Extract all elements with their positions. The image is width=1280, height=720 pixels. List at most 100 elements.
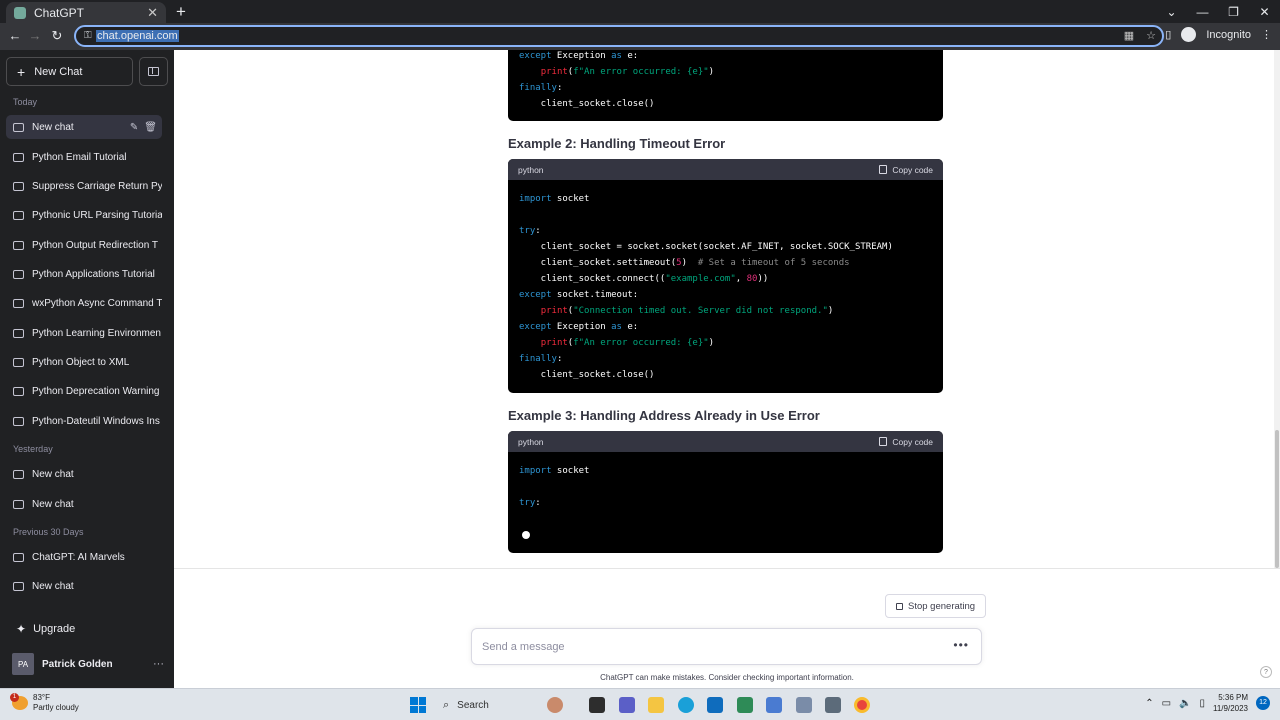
url-text[interactable]: chat.openai.com <box>96 30 179 42</box>
new-chat-button[interactable]: + New Chat <box>6 57 133 86</box>
chat-bubble-icon <box>13 552 24 562</box>
history-item[interactable]: New chat ✎ 🗑 <box>6 115 162 139</box>
window-controls: ⌄ — ❐ ✕ <box>1156 0 1280 23</box>
clock[interactable]: 5:36 PM 11/9/2023 <box>1213 692 1248 714</box>
address-toolbar: ← → ↻ ⚿ chat.openai.com ▦ ☆ ▯ Incognito … <box>0 23 1280 50</box>
incognito-icon[interactable] <box>1181 27 1197 42</box>
bookmark-star-icon[interactable]: ☆ <box>1146 29 1156 42</box>
close-tab-icon[interactable]: ✕ <box>147 5 158 21</box>
start-button[interactable] <box>410 697 426 713</box>
scrollbar[interactable] <box>1274 50 1280 568</box>
address-bar[interactable]: ⚿ chat.openai.com ▦ ☆ <box>74 25 1164 47</box>
chat-bubble-icon <box>13 499 24 509</box>
chrome-icon[interactable] <box>854 697 870 713</box>
network-icon[interactable]: ▭ <box>1162 698 1171 709</box>
upgrade-button[interactable]: ✦ Upgrade <box>16 622 75 636</box>
app-icon[interactable] <box>825 697 841 713</box>
back-button[interactable]: ← <box>6 27 24 45</box>
close-window-button[interactable]: ✕ <box>1249 5 1280 19</box>
history-item[interactable]: Python Object to XML <box>6 350 162 374</box>
python-icon[interactable] <box>796 697 812 713</box>
more-options-icon[interactable]: ··· <box>153 658 164 670</box>
new-tab-button[interactable]: + <box>172 2 190 22</box>
code-content: import socket try: <box>519 466 590 508</box>
teams-chat-icon[interactable] <box>619 697 635 713</box>
history-item[interactable]: ChatGPT: AI Marvels <box>6 545 162 569</box>
search-icon: ⌕ <box>443 698 450 711</box>
history-item[interactable]: Python Learning Environmen <box>6 321 162 345</box>
message-input[interactable] <box>482 638 942 656</box>
message-box[interactable]: ••• <box>471 628 982 665</box>
typing-cursor <box>522 531 530 539</box>
history-item[interactable]: Python Email Tutorial <box>6 145 162 169</box>
tab-search-icon[interactable]: ⌄ <box>1156 5 1187 19</box>
section-label-today: Today <box>13 97 38 107</box>
history-item[interactable]: Python Deprecation Warning <box>6 379 162 403</box>
composer-area: Stop generating ••• ChatGPT can make mis… <box>174 568 1280 688</box>
chat-bubble-icon <box>13 122 24 132</box>
scrollbar-thumb[interactable] <box>1275 430 1279 568</box>
sidebar-toggle-icon <box>148 67 159 76</box>
file-explorer-icon[interactable] <box>648 697 664 713</box>
history-item[interactable]: New chat <box>6 462 162 486</box>
copy-code-button[interactable]: Copy code <box>879 437 933 447</box>
excel-icon[interactable] <box>737 697 753 713</box>
reload-button[interactable]: ↻ <box>48 27 66 45</box>
store-icon[interactable] <box>707 697 723 713</box>
copy-code-button[interactable]: Copy code <box>879 165 933 175</box>
vscode-icon[interactable] <box>766 697 782 713</box>
avatar: PA <box>12 653 34 675</box>
history-item[interactable]: New chat <box>6 492 162 516</box>
weather-icon: 1 <box>10 693 28 710</box>
history-item[interactable]: Suppress Carriage Return Py <box>6 174 162 198</box>
edge-icon[interactable] <box>678 697 694 713</box>
clock-time: 5:36 PM <box>1218 693 1248 702</box>
history-item[interactable]: Python Applications Tutorial <box>6 262 162 286</box>
edit-icon[interactable]: ✎ <box>130 122 138 133</box>
history-item[interactable]: wxPython Async Command T <box>6 291 162 315</box>
history-item[interactable]: Python-Dateutil Windows Ins <box>6 409 162 433</box>
chat-bubble-icon <box>13 298 24 308</box>
history-item[interactable]: Python Output Redirection T <box>6 233 162 257</box>
chat-bubble-icon <box>13 328 24 338</box>
forward-button[interactable]: → <box>26 27 44 45</box>
incognito-label[interactable]: Incognito <box>1206 29 1251 41</box>
notification-badge[interactable]: 12 <box>1256 696 1270 710</box>
code-block: python Copy code import socket try: <box>508 431 943 553</box>
code-header: python Copy code <box>508 431 943 452</box>
user-menu[interactable]: PA Patrick Golden ··· <box>12 653 164 675</box>
site-info-icon[interactable]: ⚿ <box>84 30 92 41</box>
chat-bubble-icon <box>13 210 24 220</box>
minimize-button[interactable]: — <box>1187 5 1218 19</box>
restore-button[interactable]: ❐ <box>1218 5 1249 19</box>
taskbar-search[interactable]: ⌕ Search <box>437 693 537 717</box>
battery-icon[interactable]: ▯ <box>1199 698 1205 709</box>
browser-menu-icon[interactable]: ⋮ <box>1261 28 1272 41</box>
code-block: python Copy code import socket try: clie… <box>508 159 943 393</box>
history-item[interactable]: Pythonic URL Parsing Tutoria <box>6 203 162 227</box>
close-sidebar-button[interactable] <box>139 57 168 86</box>
qr-code-icon[interactable]: ▦ <box>1124 29 1134 42</box>
copilot-avatar-icon[interactable] <box>547 697 563 713</box>
side-panel-icon[interactable]: ▯ <box>1165 28 1171 41</box>
show-hidden-icons-icon[interactable]: ⌃ <box>1145 698 1153 709</box>
chat-bubble-icon <box>13 269 24 279</box>
help-button[interactable]: ? <box>1260 666 1272 678</box>
volume-icon[interactable]: 🔈 <box>1179 698 1191 709</box>
stop-generating-button[interactable]: Stop generating <box>885 594 987 618</box>
chat-bubble-icon <box>13 152 24 162</box>
section-heading: Example 3: Handling Address Already in U… <box>508 408 820 423</box>
weather-desc: Partly cloudy <box>33 703 79 712</box>
chat-bubble-icon <box>13 581 24 591</box>
more-icon[interactable]: ••• <box>953 638 969 652</box>
chat-bubble-icon <box>13 240 24 250</box>
code-content: import socket try: client_socket = socke… <box>519 194 893 380</box>
chat-bubble-icon <box>13 416 24 426</box>
upgrade-label: Upgrade <box>33 623 76 635</box>
weather-widget[interactable]: 1 83°F Partly cloudy <box>10 693 79 713</box>
task-view-icon[interactable] <box>589 697 605 713</box>
windows-taskbar: 1 83°F Partly cloudy ⌕ Search ⌃ ▭ 🔈 ▯ 5:… <box>0 688 1280 720</box>
history-item[interactable]: New chat <box>6 574 162 598</box>
browser-tab[interactable]: ChatGPT ✕ <box>6 2 166 23</box>
delete-icon[interactable]: 🗑 <box>144 122 157 133</box>
